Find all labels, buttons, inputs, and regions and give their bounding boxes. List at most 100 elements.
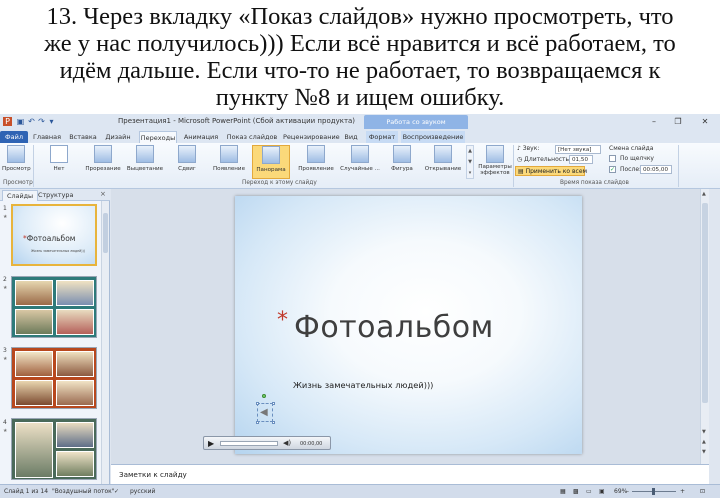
resize-handle[interactable] <box>272 402 275 405</box>
tab-insert[interactable]: Вставка <box>68 131 98 143</box>
transition-pan[interactable]: Панорама <box>252 145 290 179</box>
slide-thumbnail[interactable]: *Фотоальбом Жизнь замечательных людей))) <box>11 204 97 266</box>
editor-scrollbar[interactable]: ▲ ▼ ▲ ▼ <box>700 189 709 464</box>
customize-toolbar-icon[interactable]: ▾ <box>47 117 56 126</box>
after-label: После: <box>620 166 642 173</box>
spellcheck-icon[interactable]: ✓ <box>114 488 119 495</box>
transition-uncover[interactable]: Открывание <box>423 145 463 179</box>
audio-object[interactable]: ◀ <box>256 402 275 424</box>
close-button[interactable]: ✕ <box>697 116 713 127</box>
tab-animations[interactable]: Анимация <box>182 131 220 143</box>
tab-review[interactable]: Рецензирование <box>283 131 340 143</box>
context-tab-group: Работа со звуком <box>364 115 468 129</box>
slide-thumbnail[interactable] <box>11 347 97 409</box>
zoom-slider-knob[interactable] <box>652 488 655 495</box>
tab-transitions[interactable]: Переходы <box>139 131 177 143</box>
apply-to-all-button[interactable]: ▤ Применить ко всем <box>515 166 587 176</box>
transition-wipe[interactable]: Появление <box>210 145 248 179</box>
tab-slide-show[interactable]: Показ слайдов <box>226 131 278 143</box>
tab-view[interactable]: Вид <box>343 131 359 143</box>
tab-playback[interactable]: Воспроизведение <box>401 131 465 143</box>
caption-line: же у нас получилось))) Если всё нравится… <box>44 30 676 57</box>
resize-handle[interactable] <box>272 421 275 424</box>
restore-button[interactable]: ❐ <box>670 116 686 127</box>
gallery-scroll[interactable]: ▲ ▼ ▾ <box>466 145 474 179</box>
theme-name[interactable]: "Воздушный поток" <box>52 488 115 495</box>
language[interactable]: русский <box>130 488 155 495</box>
transition-none[interactable]: Нет <box>45 145 73 179</box>
transition-cut[interactable]: Прорезание <box>84 145 122 179</box>
zoom-out-icon[interactable]: – <box>626 488 629 495</box>
transition-reveal[interactable]: Проявление <box>296 145 336 179</box>
clock-icon: ◷ <box>517 156 523 163</box>
slide-thumbnail[interactable] <box>11 418 97 480</box>
slide-title[interactable]: Фотоальбом <box>294 313 494 343</box>
after-time-input[interactable]: 00:05,00 <box>640 165 672 174</box>
gallery-up-icon[interactable]: ▲ <box>467 146 473 157</box>
slide-sorter-icon[interactable]: ▩ <box>573 488 579 495</box>
transition-random[interactable]: Случайные ... <box>339 145 381 179</box>
sound-dropdown[interactable]: [Нет звука] <box>555 145 601 154</box>
after-checkbox[interactable]: ✓ <box>609 166 616 173</box>
tab-home[interactable]: Главная <box>32 131 62 143</box>
resize-handle[interactable] <box>256 421 259 424</box>
tab-slides[interactable]: Слайды <box>2 190 39 201</box>
redo-icon[interactable]: ↷ <box>37 117 46 126</box>
duration-input[interactable]: 01,50 <box>569 155 593 164</box>
resize-handle[interactable] <box>256 402 259 405</box>
thumb-title: *Фотоальбом <box>23 234 76 243</box>
transition-label: Фигура <box>391 166 413 172</box>
gallery-more-icon[interactable]: ▾ <box>467 168 473 179</box>
media-progress-track[interactable] <box>220 441 278 446</box>
group-separator <box>678 145 679 187</box>
tab-design[interactable]: Дизайн <box>104 131 132 143</box>
scroll-thumb[interactable] <box>702 203 708 403</box>
close-icon[interactable]: × <box>100 190 106 198</box>
transition-push[interactable]: Сдвиг <box>172 145 202 179</box>
transition-star-icon: ★ <box>3 356 8 362</box>
play-icon[interactable]: ▶ <box>208 439 214 448</box>
timing-group-label: Время показа слайдов <box>560 180 629 186</box>
transition-label: Появление <box>212 166 246 172</box>
on-click-checkbox[interactable] <box>609 155 616 162</box>
slide-canvas[interactable]: * Фотоальбом Жизнь замечательных людей))… <box>235 196 582 454</box>
transition-fade[interactable]: Выцветание <box>126 145 164 179</box>
normal-view-icon[interactable]: ▦ <box>560 488 566 495</box>
slide-thumbnail[interactable] <box>11 276 97 338</box>
reading-view-icon[interactable]: ▭ <box>586 488 592 495</box>
transition-reveal-icon <box>307 145 325 163</box>
minimize-button[interactable]: – <box>646 116 662 127</box>
slide-subtitle[interactable]: Жизнь замечательных людей))) <box>293 380 433 390</box>
tab-file[interactable]: Файл <box>0 131 28 143</box>
undo-icon[interactable]: ↶ <box>27 117 36 126</box>
transitions-group-label: Переход к этому слайду <box>242 180 317 186</box>
effect-options-icon <box>486 145 504 163</box>
notes-pane[interactable]: Заметки к слайду <box>111 464 709 484</box>
transition-star-icon: ★ <box>3 214 8 220</box>
transition-wipe-icon <box>220 145 238 163</box>
preview-button[interactable]: Просмотр <box>2 145 31 179</box>
prev-slide-icon[interactable]: ▲ <box>702 439 706 445</box>
photo-image <box>56 451 94 477</box>
fit-to-window-icon[interactable]: ⊡ <box>700 488 705 495</box>
transition-label: Нет <box>53 166 65 172</box>
tab-outline[interactable]: Структура <box>34 190 77 201</box>
scroll-up-icon[interactable]: ▲ <box>702 191 706 197</box>
scroll-thumb[interactable] <box>103 213 108 253</box>
effect-options-button[interactable]: Параметры эффектов <box>478 145 512 179</box>
pane-scrollbar[interactable] <box>101 201 109 484</box>
transition-shape[interactable]: Фигура <box>388 145 416 179</box>
next-slide-icon[interactable]: ▼ <box>702 449 706 455</box>
zoom-in-icon[interactable]: + <box>680 488 685 495</box>
volume-icon[interactable]: ◀) <box>283 439 291 448</box>
instruction-caption: 13. Через вкладку «Показ слайдов» нужно … <box>0 0 720 114</box>
slideshow-view-icon[interactable]: ▣ <box>599 488 605 495</box>
media-time: 00:00,00 <box>300 441 323 447</box>
scroll-down-icon[interactable]: ▼ <box>702 429 706 435</box>
rotate-handle[interactable] <box>262 394 266 398</box>
save-icon[interactable]: ▣ <box>16 117 25 126</box>
transition-pan-icon <box>262 146 280 164</box>
tab-format[interactable]: Формат <box>366 131 398 143</box>
preview-group-label: Просмотр <box>3 180 33 186</box>
gallery-down-icon[interactable]: ▼ <box>467 157 473 168</box>
